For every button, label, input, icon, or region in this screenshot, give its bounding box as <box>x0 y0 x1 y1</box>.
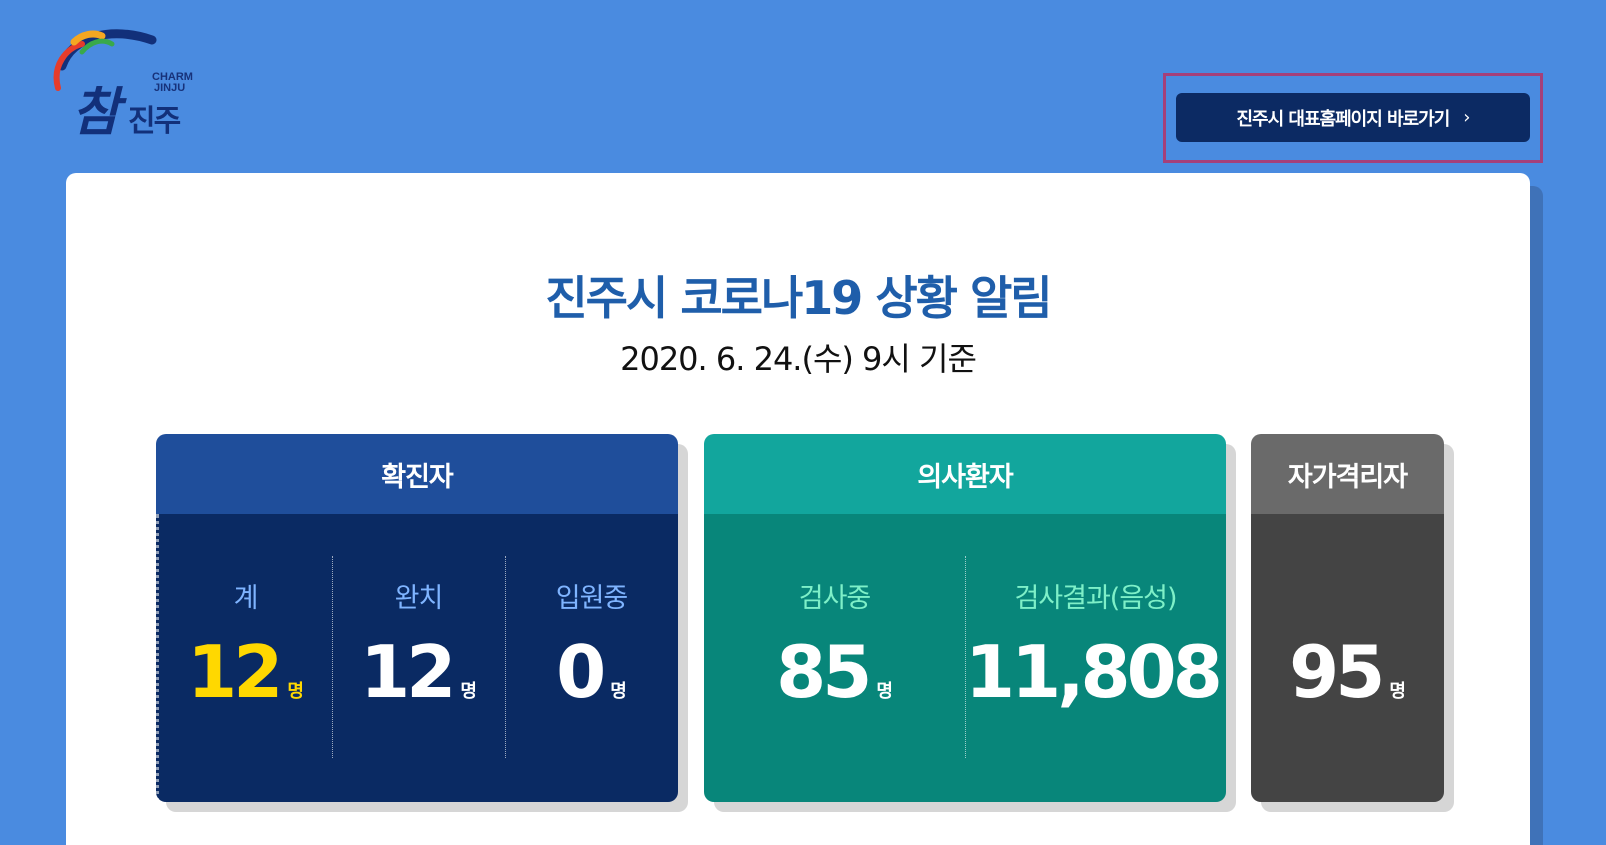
logo-korean-jinju: 진주 <box>128 104 181 139</box>
suspected-testing: 검사중 85 명 <box>704 514 965 802</box>
stat-label: 입원중 <box>555 583 629 614</box>
stat-value: 12 명 <box>187 630 304 714</box>
self-quarantine-panel: 자가격리자 95 명 <box>1251 434 1444 802</box>
quarantine-heading: 자가격리자 <box>1251 434 1444 514</box>
logo-korean-charm: 참 <box>72 82 120 143</box>
quarantine-body: 95 명 <box>1251 514 1444 802</box>
confirmed-hospitalized: 입원중 0명 <box>505 514 678 802</box>
homepage-link-button[interactable]: 진주시 대표홈페이지 바로가기 › <box>1176 93 1530 142</box>
logo-english-text: CHARM JINJU <box>152 71 193 94</box>
stat-label: 계 <box>233 583 259 614</box>
quarantine-count: 95 명 <box>1251 514 1444 802</box>
confirmed-body: 계 12 명 완치 12 명 입원중 0명 <box>156 514 678 802</box>
stat-value: 12 명 <box>360 630 477 714</box>
stat-value: 11,808명 <box>965 630 1223 714</box>
suspected-heading: 의사환자 <box>704 434 1226 514</box>
stat-label: 완치 <box>394 583 444 614</box>
confirmed-heading: 확진자 <box>156 434 678 514</box>
suspected-body: 검사중 85명 검사결과(음성) 11,808명 <box>704 514 1226 802</box>
stat-label: 검사결과(음성) <box>1014 583 1177 614</box>
confirmed-cases-panel: 확진자 계 12 명 완치 12 명 입원중 0명 <box>156 434 678 802</box>
charm-jinju-logo[interactable]: CHARM JINJU 참 진주 <box>52 26 212 143</box>
page-subtitle: 2020. 6. 24.(수) 9시 기준 <box>620 340 977 378</box>
suspected-negative: 검사결과(음성) 11,808명 <box>965 514 1226 802</box>
homepage-link-label: 진주시 대표홈페이지 바로가기 <box>1236 108 1450 130</box>
suspected-cases-panel: 의사환자 검사중 85명 검사결과(음성) 11,808명 <box>704 434 1226 802</box>
stat-value: 85 명 <box>776 630 893 714</box>
stat-value: 95 명 <box>1289 630 1406 714</box>
page-title: 진주시 코로나19 상황 알림 <box>545 271 1052 325</box>
confirmed-recovered: 완치 12 명 <box>332 514 505 802</box>
stat-label: 검사중 <box>798 583 872 614</box>
chevron-right-icon: › <box>1463 107 1470 128</box>
page: CHARM JINJU 참 진주 진주시 대표홈페이지 바로가기 › 진주시 코… <box>0 0 1606 845</box>
stat-value: 0명 <box>556 630 627 714</box>
confirmed-total: 계 12 명 <box>156 514 332 802</box>
